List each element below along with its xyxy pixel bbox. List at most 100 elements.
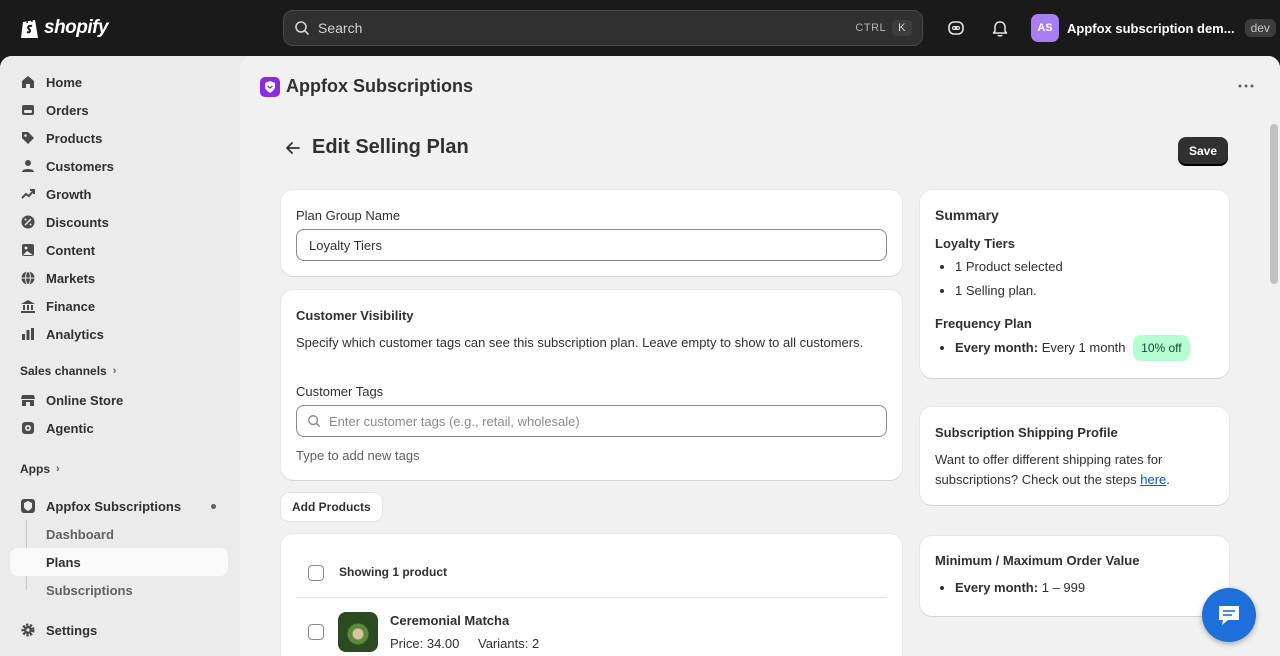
shopify-bag-icon <box>21 18 38 38</box>
frequency-plan-title: Frequency Plan <box>935 316 1032 331</box>
sidebar-item-home[interactable]: Home <box>10 68 228 96</box>
customer-tags-placeholder: Enter customer tags (e.g., retail, whole… <box>329 413 580 429</box>
sales-channels-label: Sales channels <box>20 364 107 378</box>
dev-badge: dev <box>1244 19 1276 37</box>
chat-button[interactable] <box>1202 588 1256 642</box>
products-count-header: Showing 1 product <box>339 565 447 579</box>
sidekick-icon[interactable] <box>946 18 966 38</box>
search-icon <box>295 21 310 36</box>
sidebar-item-label: Products <box>46 130 103 146</box>
sidebar-item-label: Finance <box>46 298 96 314</box>
visibility-description: Specify which customer tags can see this… <box>296 335 864 350</box>
sidebar-item-products[interactable]: Products <box>10 124 228 152</box>
sidebar-item-label: Markets <box>46 270 96 286</box>
search-bar[interactable]: Search CTRL K <box>283 10 923 46</box>
plan-group-card: Plan Group Name Loyalty Tiers <box>281 190 902 276</box>
store-icon <box>21 395 35 406</box>
order-value-item: Every month: 1 – 999 <box>955 576 1085 600</box>
sidebar-item-analytics[interactable]: Analytics <box>10 320 228 348</box>
frequency-label: Every month: <box>955 340 1039 355</box>
search-icon <box>308 415 321 428</box>
globe-icon <box>21 271 35 285</box>
store-switcher[interactable]: AS Appfox subscription dem... dev <box>1031 14 1276 42</box>
apps-heading[interactable]: Apps › <box>20 462 60 476</box>
sidebar-item-label: Discounts <box>46 214 109 230</box>
save-button[interactable]: Save <box>1178 137 1229 165</box>
sidebar-item-growth[interactable]: Growth <box>10 180 228 208</box>
table-row[interactable]: Ceremonial Matcha Price: 34.00 Variants:… <box>296 610 887 654</box>
top-bar: shopify Search CTRL K AS Appfox subscrip… <box>0 0 1280 56</box>
summary-bullet: 1 Product selected <box>955 255 1063 279</box>
back-arrow-icon[interactable] <box>284 139 302 157</box>
sidebar-item-customers[interactable]: Customers <box>10 152 228 180</box>
shipping-here-link[interactable]: here <box>1140 472 1166 487</box>
plan-group-name-input[interactable]: Loyalty Tiers <box>296 229 887 261</box>
content-icon <box>22 244 34 256</box>
shopify-wordmark: shopify <box>44 17 109 38</box>
bell-icon[interactable] <box>990 18 1010 38</box>
product-variants: Variants: 2 <box>478 636 540 651</box>
discount-icon <box>21 215 35 229</box>
appfox-logo-icon <box>260 76 280 97</box>
shipping-title: Subscription Shipping Profile <box>935 425 1118 440</box>
sidebar-item-discounts[interactable]: Discounts <box>10 208 228 236</box>
plan-group-value: Loyalty Tiers <box>309 237 382 253</box>
apps-label: Apps <box>20 462 50 476</box>
agentic-icon <box>22 422 34 434</box>
sidebar-item-settings[interactable]: Settings <box>10 616 228 644</box>
order-value-card: Minimum / Maximum Order Value Every mont… <box>920 536 1229 616</box>
sidebar-item-orders[interactable]: Orders <box>10 96 228 124</box>
order-value-label: Every month: <box>955 580 1039 595</box>
sidebar-item-label: Settings <box>46 622 98 638</box>
sidebar-item-label: Content <box>46 242 96 258</box>
shipping-tail: . <box>1166 472 1170 487</box>
sidebar-item-finance[interactable]: Finance <box>10 292 228 320</box>
bank-icon <box>21 300 35 313</box>
sidebar-item-label: Home <box>46 74 83 90</box>
shipping-profile-card: Subscription Shipping Profile Want to of… <box>920 407 1229 505</box>
select-all-checkbox[interactable] <box>308 565 324 581</box>
sidebar-item-markets[interactable]: Markets <box>10 264 228 292</box>
sidebar-item-label: Online Store <box>46 392 124 408</box>
frequency-item: Every month: Every 1 month 10% off <box>955 335 1190 361</box>
order-value-list: Every month: 1 – 999 <box>935 576 1085 600</box>
chevron-right-icon: › <box>112 365 117 377</box>
sidebar-item-label: Orders <box>46 102 89 118</box>
summary-card: Summary Loyalty Tiers 1 Product selected… <box>920 190 1229 378</box>
sidebar-subitem-plans[interactable]: Plans <box>10 548 228 576</box>
tags-hint: Type to add new tags <box>296 448 420 463</box>
shipping-text: Want to offer different shipping rates f… <box>935 450 1205 490</box>
sidebar-item-appfox-subscriptions[interactable]: Appfox Subscriptions <box>10 492 228 520</box>
order-value-title: Minimum / Maximum Order Value <box>935 553 1140 568</box>
summary-list: 1 Product selected 1 Selling plan. <box>935 255 1063 303</box>
divider <box>296 597 887 598</box>
add-products-button[interactable]: Add Products <box>281 493 382 521</box>
more-actions-icon[interactable] <box>1238 84 1254 88</box>
scrollbar[interactable] <box>1270 124 1278 284</box>
summary-title: Summary <box>935 207 999 223</box>
summary-group-name: Loyalty Tiers <box>935 236 1015 251</box>
shortcut-k: K <box>892 20 912 36</box>
sidebar-subitem-dashboard[interactable]: Dashboard <box>36 520 228 548</box>
sidebar-item-agentic[interactable]: Agentic <box>10 414 228 442</box>
sidebar-subitem-subscriptions[interactable]: Subscriptions <box>36 576 228 604</box>
home-icon <box>22 76 34 88</box>
product-name[interactable]: Ceremonial Matcha <box>390 613 509 628</box>
row-checkbox[interactable] <box>308 624 324 640</box>
sales-channels-heading[interactable]: Sales channels › <box>20 364 116 378</box>
page-header: Edit Selling Plan <box>284 136 469 159</box>
sidebar-item-online-store[interactable]: Online Store <box>10 386 228 414</box>
sidebar-item-label: Growth <box>46 186 92 202</box>
summary-bullet: 1 Selling plan. <box>955 279 1063 303</box>
shopify-logo[interactable]: shopify <box>20 16 109 40</box>
pin-dot-icon <box>211 504 216 509</box>
gear-icon <box>21 623 35 637</box>
sidebar-item-label: Appfox Subscriptions <box>46 498 182 514</box>
orders-icon <box>22 105 34 115</box>
page-title: Edit Selling Plan <box>312 136 469 158</box>
sidebar-item-content[interactable]: Content <box>10 236 228 264</box>
product-price: Price: 34.00 <box>390 636 460 651</box>
product-thumbnail <box>338 612 378 652</box>
customer-tags-input[interactable]: Enter customer tags (e.g., retail, whole… <box>296 405 887 437</box>
sidebar: Home Orders Products Customers Growth Di… <box>0 56 240 656</box>
